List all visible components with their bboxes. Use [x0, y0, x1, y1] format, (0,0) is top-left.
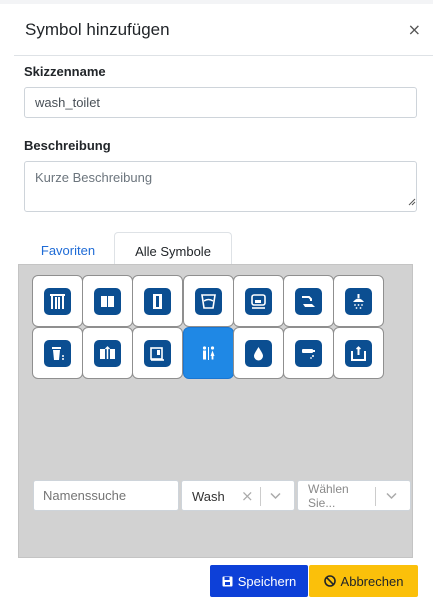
- symbol-tile[interactable]: [82, 275, 133, 327]
- description-label: Beschreibung: [24, 138, 111, 153]
- symbol-tile[interactable]: [132, 327, 183, 379]
- ban-icon: [323, 575, 336, 587]
- clear-icon[interactable]: ×: [241, 487, 254, 505]
- category-select-value: Wash: [192, 489, 225, 504]
- symbol-tile[interactable]: [283, 275, 334, 327]
- select-divider: [375, 487, 376, 506]
- symbol-tile[interactable]: [333, 327, 384, 379]
- sink-tap-icon: [345, 339, 372, 367]
- cancel-button[interactable]: Abbrechen: [309, 565, 418, 597]
- soap-dispenser-icon: [295, 339, 322, 367]
- floppy-disk-icon: [222, 576, 233, 586]
- description-textarea[interactable]: [24, 161, 417, 212]
- double-door-arrow-icon: [94, 339, 121, 367]
- secondary-select-placeholder: Wählen Sie...: [308, 482, 349, 510]
- symbol-row-1: [32, 275, 384, 327]
- sketch-name-label: Skizzenname: [24, 64, 106, 79]
- symbol-tile[interactable]: [333, 275, 384, 327]
- symbol-panel: [18, 264, 413, 558]
- dispenser-icon: [144, 339, 171, 367]
- faucet-hand-icon: [295, 287, 322, 315]
- symbol-tile[interactable]: [132, 275, 183, 327]
- symbol-tile[interactable]: [183, 275, 234, 327]
- chevron-down-icon[interactable]: [386, 492, 397, 500]
- urinal-partition-icon: [44, 287, 71, 315]
- symbol-tile-selected[interactable]: [183, 327, 234, 379]
- tab-all-symbols[interactable]: Alle Symbole: [114, 232, 232, 268]
- symbol-tile[interactable]: [233, 275, 284, 327]
- dialog-header: Symbol hinzufügen ×: [14, 4, 433, 56]
- resize-grip-icon[interactable]: [408, 198, 416, 206]
- cancel-button-label: Abbrechen: [340, 573, 404, 589]
- category-select[interactable]: Wash ×: [181, 480, 295, 511]
- symbol-tabs: Favoriten Alle Symbole: [24, 232, 417, 268]
- symbol-tile[interactable]: [32, 275, 83, 327]
- dialog-title: Symbol hinzufügen: [25, 20, 170, 39]
- symbol-tile[interactable]: [82, 327, 133, 379]
- save-button[interactable]: Speichern: [210, 565, 308, 597]
- symbol-tile[interactable]: [233, 327, 284, 379]
- locker-icon: [94, 287, 121, 315]
- sketch-name-input[interactable]: [24, 87, 417, 118]
- select-divider: [260, 487, 261, 506]
- save-button-label: Speichern: [237, 573, 297, 589]
- door-icon: [144, 287, 171, 315]
- symbol-tile[interactable]: [283, 327, 334, 379]
- symbol-filters: Wash × Wählen Sie...: [17, 480, 411, 511]
- name-search-input[interactable]: [33, 480, 179, 511]
- restroom-icon: [195, 340, 222, 367]
- symbol-row-2: [32, 327, 384, 379]
- glass-icon: [195, 287, 222, 315]
- water-drop-icon: [245, 339, 272, 367]
- tab-favorites[interactable]: Favoriten: [24, 232, 112, 268]
- chevron-down-icon[interactable]: [270, 492, 281, 500]
- trash-bin-icon: [44, 339, 71, 367]
- hand-dryer-icon: [245, 287, 272, 315]
- close-icon[interactable]: ×: [408, 22, 421, 38]
- shower-icon: [345, 287, 372, 315]
- symbol-tile[interactable]: [32, 327, 83, 379]
- secondary-select[interactable]: Wählen Sie...: [297, 480, 411, 511]
